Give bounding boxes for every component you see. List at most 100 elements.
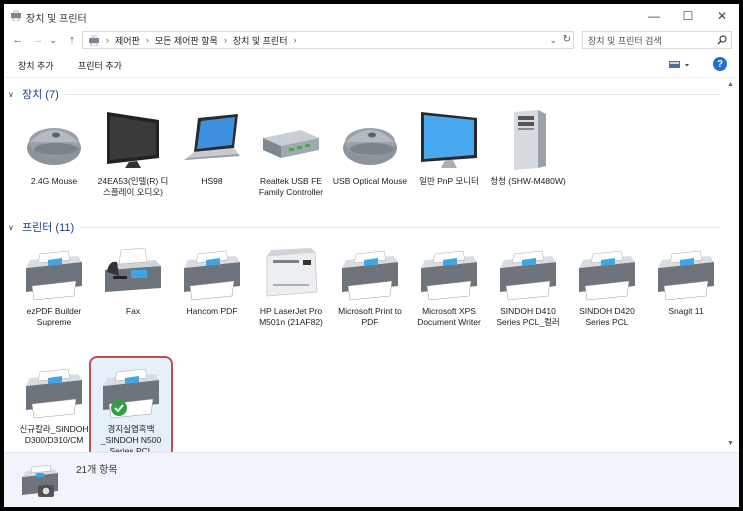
search-icon[interactable] [717,35,727,45]
breadcrumb-control-panel[interactable]: 제어판 [115,34,140,47]
group-title: 프린터 (11) [22,222,75,234]
window-title: 장치 및 프린터 [26,14,87,25]
add-device-button[interactable]: 장치 추가 [18,59,54,72]
change-view-icon[interactable] [668,59,692,71]
printer-label: Fax [125,306,141,316]
close-button[interactable]: ✕ [705,4,739,28]
printer-icon [103,368,159,419]
collapse-chevron-icon[interactable]: ∨ [8,223,16,232]
network-adapter-icon [263,130,319,158]
group-divider [80,226,720,228]
printer-icon [184,250,240,301]
printer-icon [342,250,398,301]
monitor-icon [107,112,159,168]
device-label: 24EA53(인텔(R) 디스플레이 오디오) [97,176,169,197]
details-pane: 21개 항목 [4,452,739,507]
printer-item[interactable]: Hancom PDF [174,246,250,317]
scroll-down-arrow-icon[interactable]: ▼ [727,440,734,447]
breadcrumb-all-items[interactable]: 모든 제어판 항목 [155,34,218,47]
group-title: 장치 (7) [22,89,59,101]
monitor-icon [421,112,477,168]
devices-printers-icon [22,465,58,497]
printer-item[interactable]: ezPDF Builder Supreme [16,246,92,328]
fax-icon [105,247,161,292]
command-bar: 장치 추가 프린터 추가 ? [4,52,739,78]
printer-icon [579,250,635,301]
printer-item[interactable]: Snagit 11 [648,246,724,317]
title-bar: 장치 및 프린터 — ☐ ✕ [4,4,739,28]
search-box[interactable]: 장치 및 프린터 검색 [582,31,732,49]
maximize-button[interactable]: ☐ [671,4,705,28]
printer-label: 신규칼라_SINDOH D300/D310/CM [19,424,89,445]
printer-item[interactable]: Fax [95,246,171,317]
address-bar[interactable]: › 제어판 › 모든 제어판 항목 › 장치 및 프린터 › ⌄ ↻ [82,31,574,49]
printer-icon [500,250,556,301]
printer-item[interactable]: Microsoft XPS Document Writer [411,246,487,328]
printer-item[interactable]: SINDOH D410 Series PCL_컬러 [490,246,566,328]
devices-and-printers-window: 장치 및 프린터 — ☐ ✕ ← → ⌄ ↑ › 제어판 › 모든 제어판 항목… [4,4,739,507]
help-button[interactable]: ? [713,57,727,71]
printer-label: SINDOH D420 Series PCL [579,306,635,327]
back-arrow-icon[interactable]: ← [10,32,26,48]
printer-icon [658,250,714,301]
breadcrumb-separator[interactable]: › [294,35,297,45]
device-label: HS98 [201,176,223,186]
device-item[interactable]: Realtek USB FE Family Controller [253,108,329,198]
vertical-scrollbar[interactable]: ▲ ▼ [724,78,739,452]
printer-icon [26,368,82,419]
printer-icon [26,250,82,301]
device-label: 일반 PnP 모니터 [419,176,479,186]
printer-item[interactable]: SINDOH D420 Series PCL [569,246,645,328]
recent-locations-chevron-icon[interactable]: ⌄ [48,32,58,48]
printer-item[interactable]: Microsoft Print to PDF [332,246,408,328]
laser-printer-icon [266,248,318,297]
mouse-icon [343,128,397,165]
printer-label: Microsoft Print to PDF [338,306,402,327]
device-label: 청청 (SHW-M480W) [490,176,566,186]
refresh-icon[interactable]: ↻ [563,34,571,45]
breadcrumb-devices-printers[interactable]: 장치 및 프린터 [233,34,288,47]
navigation-bar: ← → ⌄ ↑ › 제어판 › 모든 제어판 항목 › 장치 및 프린터 › ⌄… [4,28,739,52]
printer-item[interactable]: 신규칼라_SINDOH D300/D310/CM [16,364,92,446]
up-arrow-icon[interactable]: ↑ [64,32,80,48]
laptop-icon [184,114,240,160]
printer-item-default-selected[interactable]: 경지실엽흑백_SINDOH N500 Series PCL [89,356,173,452]
device-label: 2.4G Mouse [30,176,78,186]
mouse-icon [27,128,81,165]
location-icon [89,34,99,46]
address-dropdown-icon[interactable]: ⌄ [549,35,557,46]
device-item[interactable]: USB Optical Mouse [332,108,408,187]
printer-item[interactable]: HP LaserJet Pro M501n (21AF82) [253,246,329,328]
items-view: ∨ 장치 (7) 2.4G Mouse 24EA53(인텔(R) 디스플레이 오… [4,78,739,452]
breadcrumb-separator: › [106,35,109,45]
printer-label: SINDOH D410 Series PCL_컬러 [496,306,560,327]
group-divider [64,93,720,95]
printer-label: 경지실엽흑백_SINDOH N500 Series PCL [100,424,162,452]
printer-label: Hancom PDF [186,306,238,316]
search-placeholder: 장치 및 프린터 검색 [588,35,662,46]
forward-arrow-icon[interactable]: → [30,32,46,48]
scroll-up-arrow-icon[interactable]: ▲ [727,81,734,88]
add-printer-button[interactable]: 프린터 추가 [78,59,122,72]
printer-label: Microsoft XPS Document Writer [417,306,481,327]
minimize-button[interactable]: — [637,4,671,28]
printer-label: ezPDF Builder Supreme [26,306,82,327]
device-item[interactable]: 청청 (SHW-M480W) [490,108,566,187]
breadcrumb-separator[interactable]: › [224,35,227,45]
group-header-devices[interactable]: ∨ 장치 (7) [8,86,720,102]
group-header-printers[interactable]: ∨ 프린터 (11) [8,219,720,235]
device-item[interactable]: 24EA53(인텔(R) 디스플레이 오디오) [95,108,171,198]
device-item[interactable]: 2.4G Mouse [16,108,92,187]
printer-icon [421,250,477,301]
printer-label: Snagit 11 [668,306,704,316]
tower-icon [514,110,546,170]
device-item[interactable]: HS98 [174,108,250,187]
devices-printers-icon [11,10,21,21]
printer-label: HP LaserJet Pro M501n (21AF82) [259,306,323,327]
device-label: Realtek USB FE Family Controller [258,176,324,197]
device-item[interactable]: 일반 PnP 모니터 [411,108,487,187]
breadcrumb-separator[interactable]: › [146,35,149,45]
item-count: 21개 항목 [76,465,118,476]
collapse-chevron-icon[interactable]: ∨ [8,90,16,99]
device-label: USB Optical Mouse [332,176,408,186]
